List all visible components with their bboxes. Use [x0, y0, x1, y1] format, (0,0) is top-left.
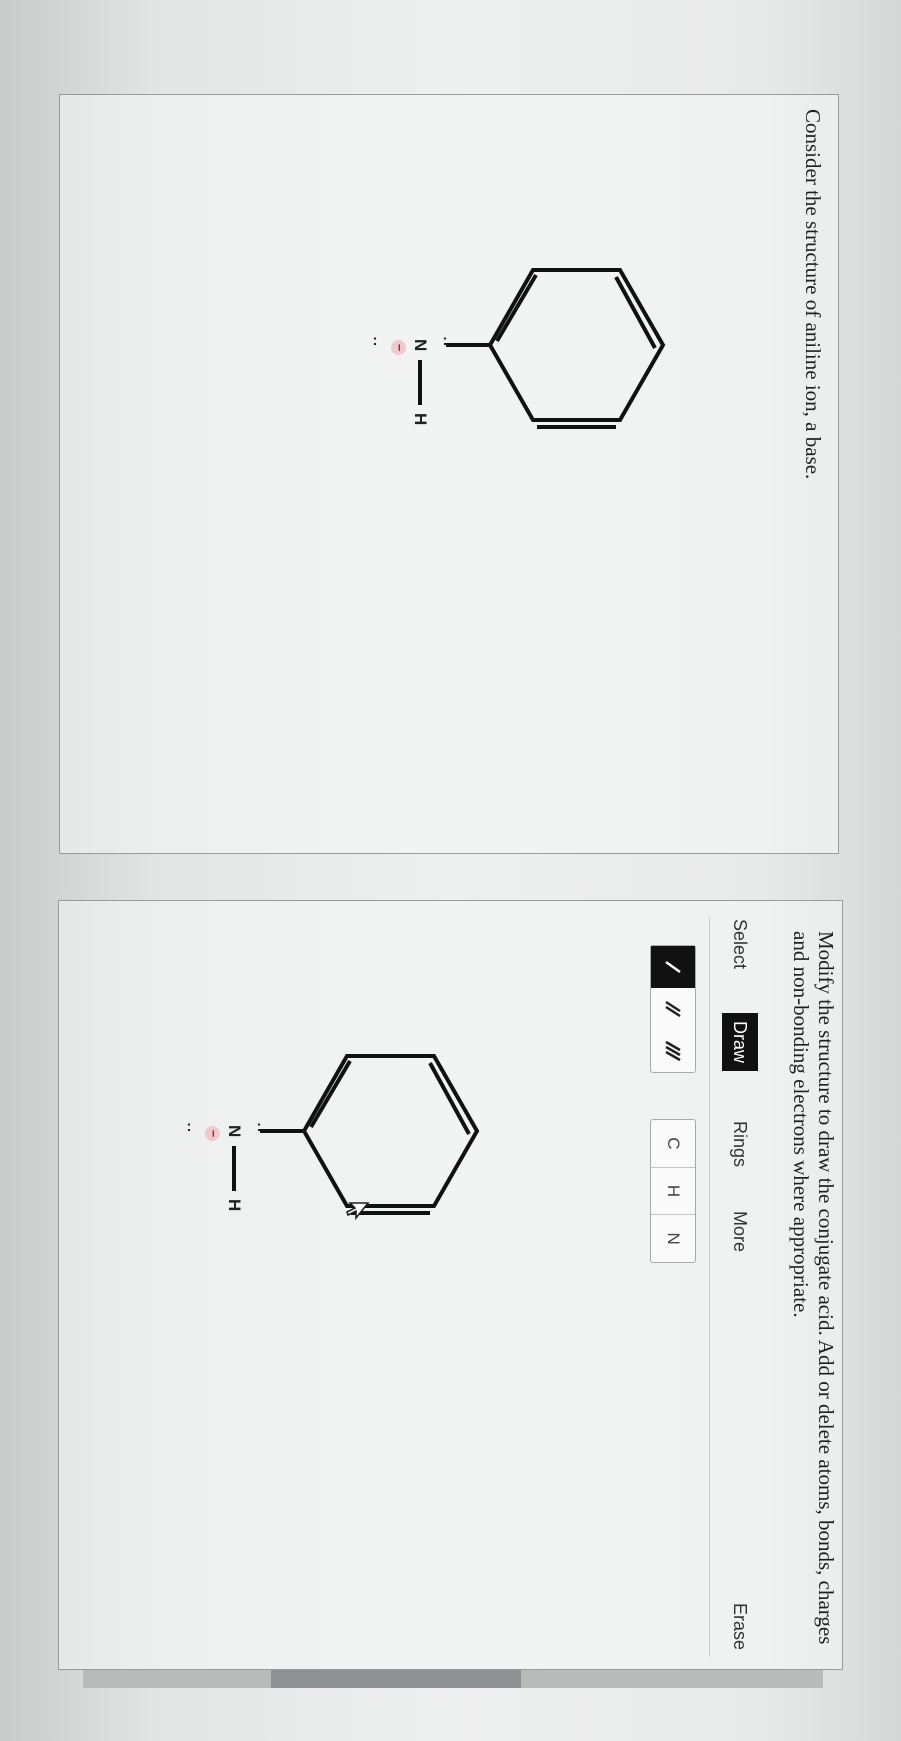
mouse-cursor-icon	[346, 1202, 370, 1221]
editable-nitrogen-atom[interactable]: N	[224, 1125, 244, 1137]
tab-rings[interactable]: Rings	[722, 1113, 758, 1175]
tab-more[interactable]: More	[722, 1203, 758, 1260]
editable-lone-pair-top[interactable]: :	[256, 1120, 262, 1137]
lone-pair-top: :	[441, 333, 448, 351]
aniline-ion-structure	[418, 268, 666, 429]
lone-pair-bottom: :	[371, 333, 378, 351]
editable-aniline-ion-structure[interactable]	[202, 1031, 502, 1291]
nitrogen-atom: N	[411, 339, 430, 352]
hydrogen-atom: H	[411, 413, 430, 426]
scrollbar-thumb[interactable]	[271, 1670, 521, 1688]
negative-charge-badge: −	[391, 340, 407, 355]
tab-draw[interactable]: Draw	[722, 1013, 758, 1072]
question-panel: Consider the structure of aniline ion, a…	[59, 94, 839, 854]
editable-hydrogen-atom[interactable]: H	[224, 1199, 244, 1211]
editable-negative-charge-badge[interactable]: −	[205, 1126, 221, 1141]
question-prompt: Consider the structure of aniline ion, a…	[801, 109, 825, 480]
drawing-toolbar: Select Draw Rings More Erase	[714, 917, 758, 1657]
page-stage: Consider the structure of aniline ion, a…	[0, 0, 901, 1741]
answer-instructions: Modify the structure to draw the conjuga…	[789, 931, 838, 1645]
editable-lone-pair-bottom[interactable]: :	[186, 1120, 192, 1137]
answer-panel: Modify the structure to draw the conjuga…	[58, 900, 843, 1670]
tab-erase[interactable]: Erase	[722, 1595, 758, 1658]
tab-select[interactable]: Select	[722, 911, 758, 977]
